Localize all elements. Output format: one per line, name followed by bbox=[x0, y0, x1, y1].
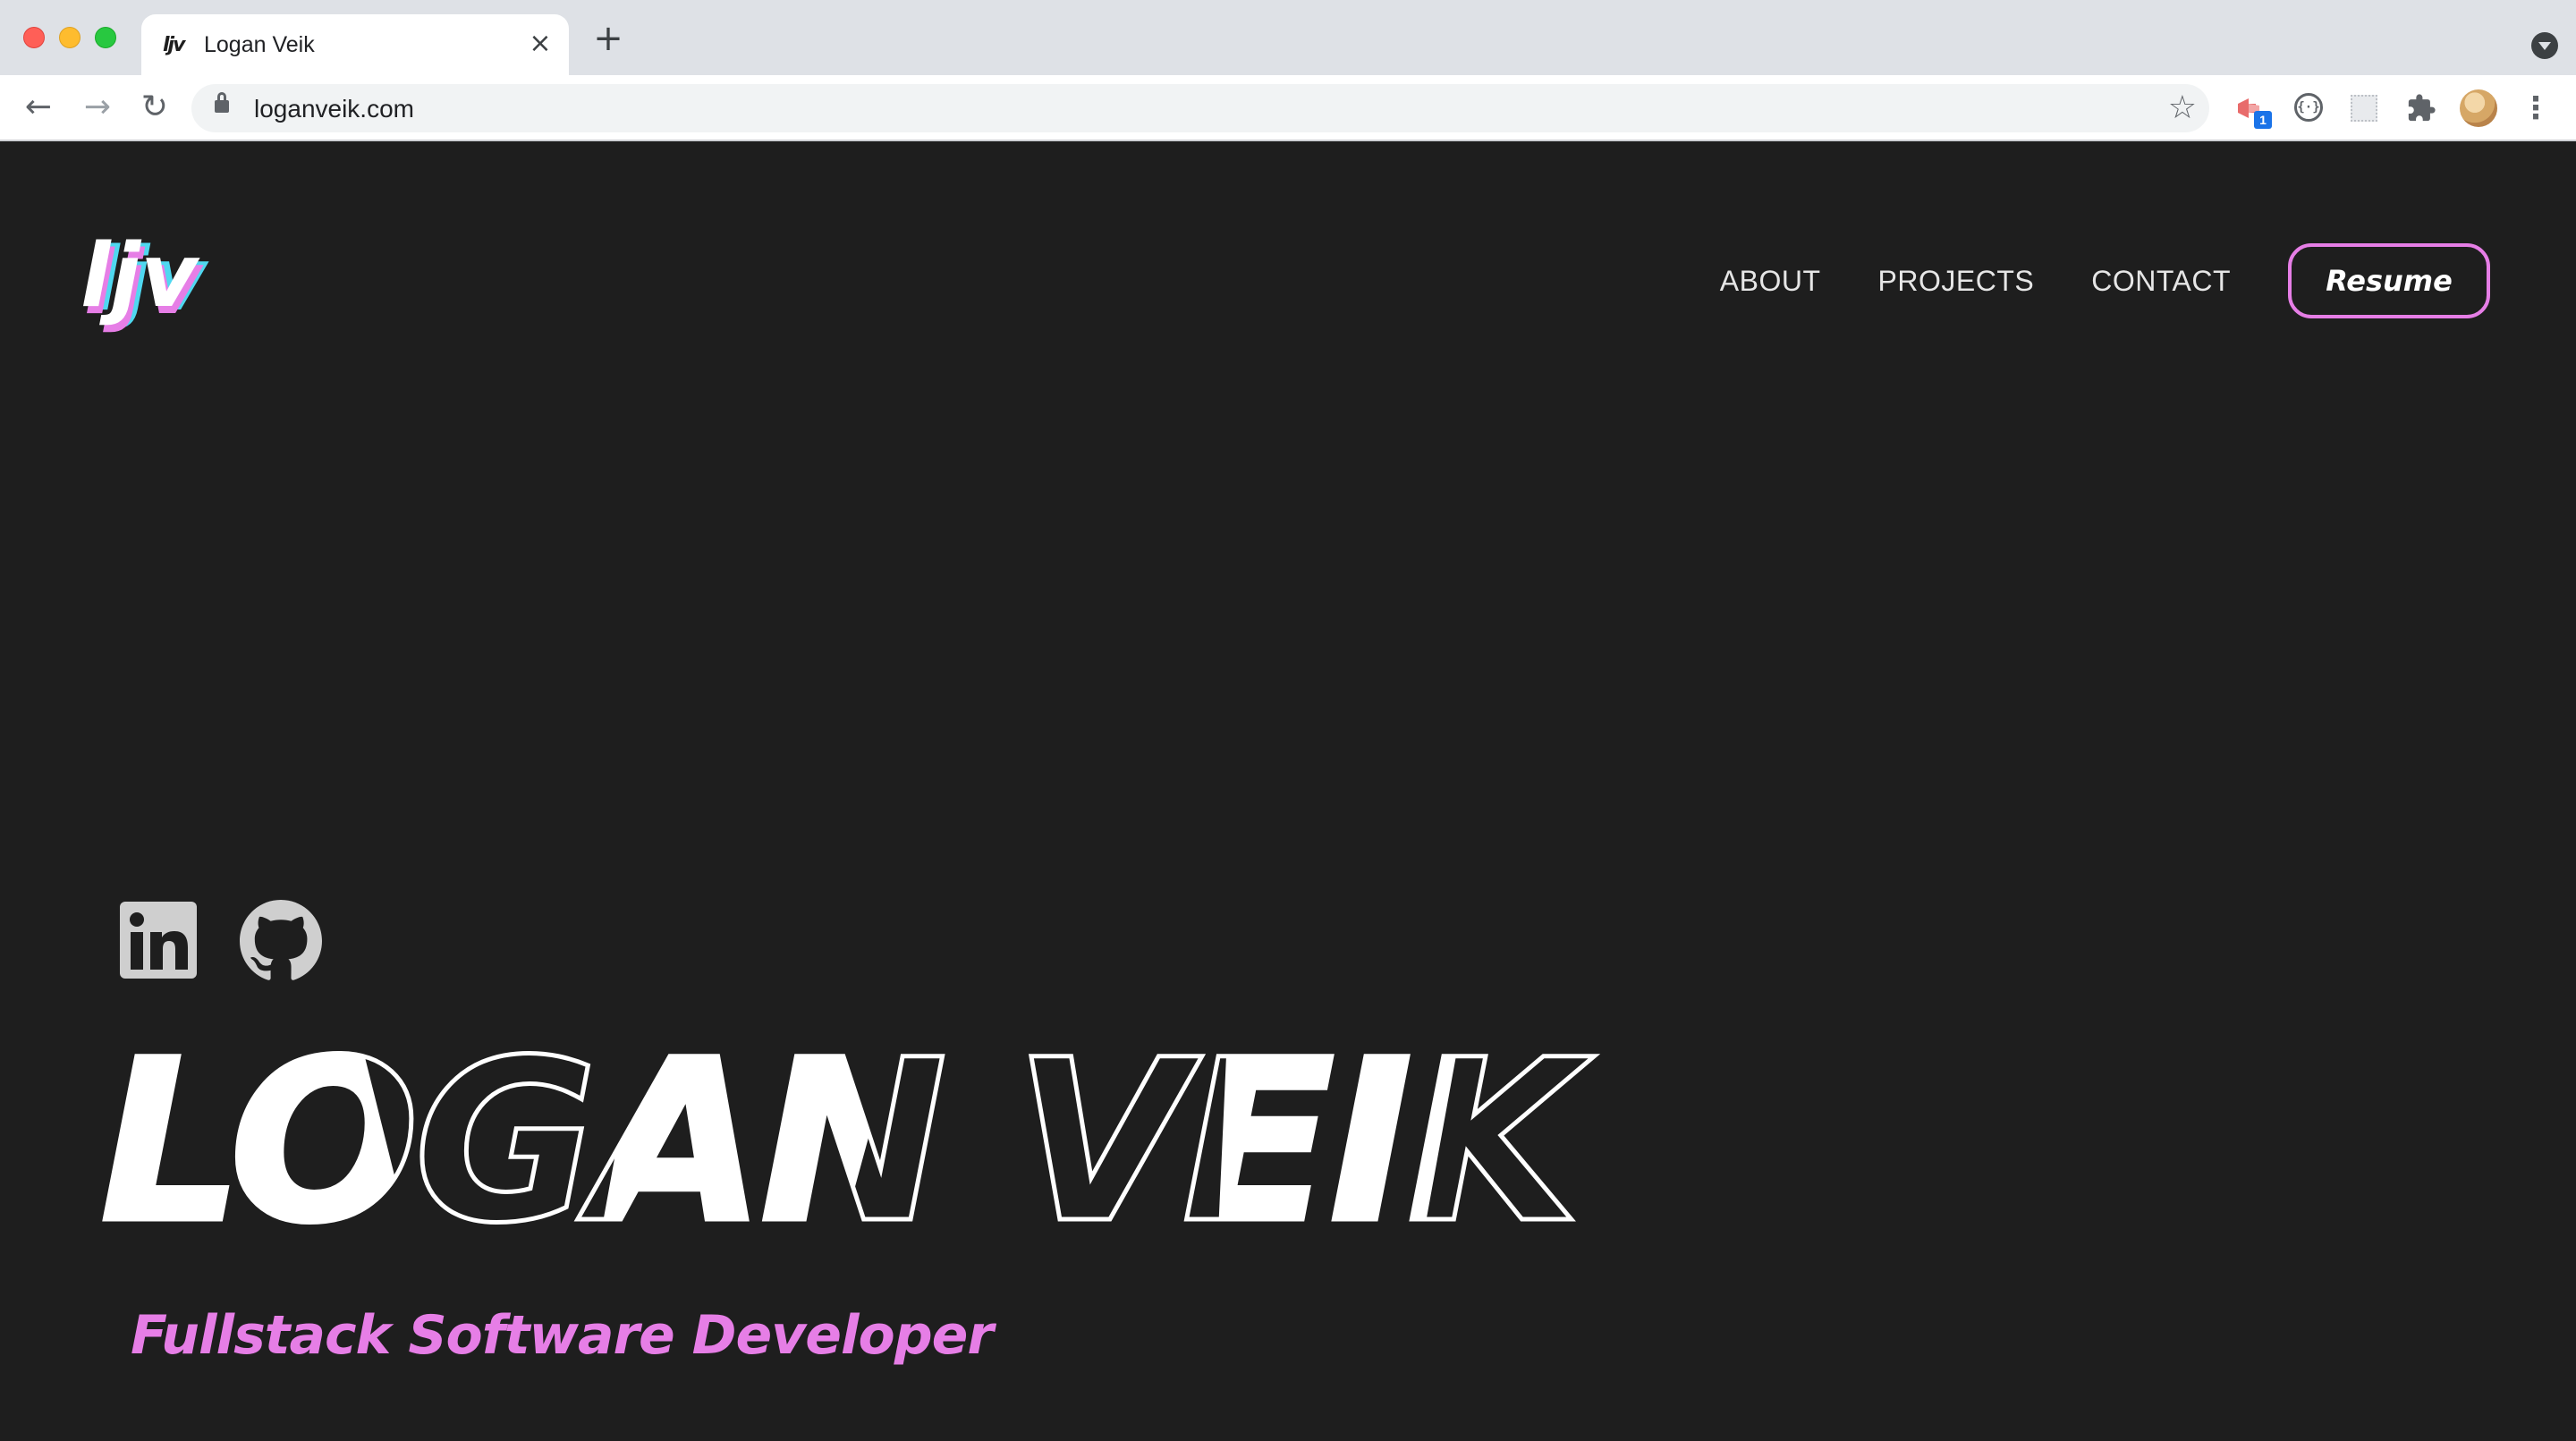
profile-avatar[interactable] bbox=[2460, 89, 2497, 127]
linkedin-icon[interactable] bbox=[118, 900, 200, 982]
close-window-button[interactable] bbox=[23, 27, 45, 48]
hero-name-solid: LOGAN VEIK bbox=[100, 1036, 1595, 1233]
bookmark-star-icon[interactable]: ☆ bbox=[2168, 91, 2197, 125]
hero-name: LOGAN VEIK LOGAN VEIK bbox=[100, 1036, 1603, 1233]
browser-tab-active[interactable]: ljv Logan Veik × bbox=[141, 14, 569, 75]
lock-icon[interactable] bbox=[215, 92, 229, 113]
new-tab-button[interactable]: + bbox=[592, 21, 624, 56]
forward-button[interactable]: → bbox=[79, 89, 116, 127]
close-tab-icon[interactable]: × bbox=[526, 30, 555, 59]
tagline: Fullstack Software Developer bbox=[131, 1304, 994, 1367]
portfolio-page: ljv ljv ljv ABOUT PROJECTS CONTACT Resum… bbox=[0, 141, 2576, 1441]
extension-badge: 1 bbox=[2254, 111, 2272, 129]
reload-button[interactable]: ↻ bbox=[136, 89, 174, 127]
browser-menu-icon[interactable]: ⋮ bbox=[2521, 89, 2551, 127]
github-icon[interactable] bbox=[240, 900, 322, 982]
extensions-puzzle-icon[interactable] bbox=[2402, 89, 2440, 127]
url-text[interactable]: loganveik.com bbox=[254, 95, 414, 123]
extension-grid-icon[interactable] bbox=[2345, 89, 2383, 127]
extension-code-icon[interactable]: {·} bbox=[2290, 89, 2327, 127]
site-logo[interactable]: ljv ljv ljv bbox=[80, 231, 233, 338]
browser-toolbar: ← → ↻ loganveik.com ☆ 1 {·} ⋮ bbox=[0, 75, 2576, 141]
extension-puzzle-red-icon[interactable]: 1 bbox=[2231, 89, 2272, 129]
browser-tab-strip: ljv Logan Veik × + bbox=[0, 0, 2576, 75]
logo-text: ljv bbox=[80, 231, 200, 327]
nav-contact[interactable]: CONTACT bbox=[2091, 265, 2231, 298]
tab-title: Logan Veik bbox=[204, 32, 315, 57]
address-bar[interactable]: loganveik.com ☆ bbox=[191, 84, 2209, 132]
favicon-icon: ljv bbox=[163, 34, 185, 56]
zoom-window-button[interactable] bbox=[95, 27, 116, 48]
back-button[interactable]: ← bbox=[20, 89, 57, 127]
main-nav: ABOUT PROJECTS CONTACT Resume bbox=[1720, 243, 2490, 318]
nav-about[interactable]: ABOUT bbox=[1720, 265, 1821, 298]
tab-search-icon[interactable] bbox=[2531, 32, 2558, 59]
resume-button[interactable]: Resume bbox=[2288, 243, 2490, 318]
nav-projects[interactable]: PROJECTS bbox=[1878, 265, 2035, 298]
minimize-window-button[interactable] bbox=[59, 27, 80, 48]
